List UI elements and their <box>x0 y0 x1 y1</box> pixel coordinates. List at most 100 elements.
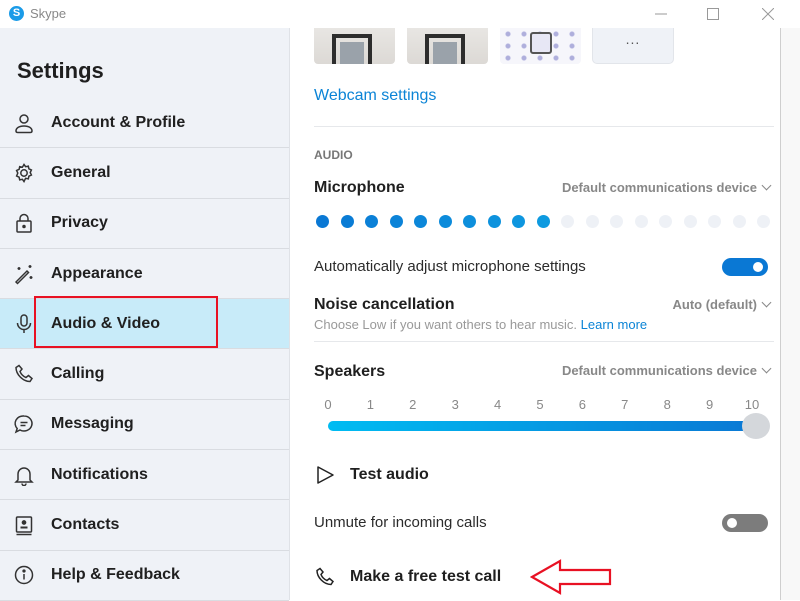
sidebar-item-label: Account & Profile <box>51 113 186 131</box>
close-button[interactable] <box>745 0 791 28</box>
sidebar-item-notifications[interactable]: Notifications <box>0 450 289 501</box>
mic-level-dot-active <box>340 215 354 228</box>
speakers-title: Speakers <box>314 363 386 380</box>
unmute-incoming-label: Unmute for incoming calls <box>314 514 487 531</box>
mic-level-dot <box>610 215 623 228</box>
thumbnail-image <box>530 32 552 54</box>
divider <box>314 341 774 342</box>
volume-tick-labels: 0 1 2 3 4 5 6 7 8 9 10 <box>320 397 760 413</box>
sidebar-item-privacy[interactable]: Privacy <box>0 199 289 249</box>
toggle-knob <box>727 518 737 528</box>
noise-cancellation-title: Noise cancellation <box>314 296 455 313</box>
sidebar-item-contacts[interactable]: Contacts <box>0 500 289 551</box>
volume-tick-label: 4 <box>493 397 502 412</box>
mic-level-dot-active <box>389 215 403 228</box>
sidebar-item-label: Calling <box>51 365 105 383</box>
microphone-level-meter <box>316 215 770 228</box>
mic-level-dot-active <box>316 215 329 228</box>
annotation-arrow-icon <box>530 559 612 595</box>
volume-tick-label: 2 <box>409 397 417 412</box>
speakers-device-dropdown[interactable]: Default communications device <box>561 363 772 378</box>
thumbnail-image-detail <box>340 42 364 64</box>
settings-nav: Account & Profile General Privacy Appear… <box>0 98 289 601</box>
lock-icon <box>13 212 35 234</box>
volume-tick-label: 8 <box>663 397 671 412</box>
mic-level-dot <box>659 215 672 228</box>
more-backgrounds-button[interactable]: ... <box>592 28 674 64</box>
volume-tick-label: 7 <box>621 397 629 412</box>
slider-thumb[interactable] <box>742 413 770 439</box>
sidebar-item-label: Messaging <box>51 415 134 433</box>
sidebar-item-label: Help & Feedback <box>51 566 180 584</box>
sidebar-item-general[interactable]: General <box>0 148 289 199</box>
mic-level-dot <box>634 215 648 228</box>
sidebar-item-label: General <box>51 163 111 181</box>
window-edge-scrollbar[interactable] <box>780 28 800 600</box>
mic-level-dot <box>708 215 721 228</box>
test-audio-button[interactable]: Test audio <box>314 464 429 486</box>
sidebar-item-help-feedback[interactable]: Help & Feedback <box>0 551 289 601</box>
phone-icon <box>316 567 334 586</box>
volume-tick-label: 1 <box>366 397 375 412</box>
speakers-device-value: Default communications device <box>561 363 757 378</box>
webcam-settings-link[interactable]: Webcam settings <box>314 87 436 105</box>
divider <box>314 126 774 127</box>
sidebar-item-audio-video[interactable]: Audio & Video <box>0 296 289 350</box>
test-audio-label: Test audio <box>350 466 429 483</box>
auto-adjust-toggle[interactable] <box>722 258 768 276</box>
toggle-knob <box>753 262 763 272</box>
mic-level-dot <box>585 215 599 228</box>
maximize-button[interactable] <box>690 0 736 28</box>
mic-level-dot <box>757 215 770 228</box>
close-icon <box>762 8 774 20</box>
test-call-label: Make a free test call <box>350 568 502 585</box>
volume-tick-label: 5 <box>536 397 544 412</box>
noise-cancellation-description: Choose Low if you want others to hear mu… <box>314 317 647 332</box>
sidebar-item-appearance[interactable]: Appearance <box>0 249 289 300</box>
sidebar-item-calling[interactable]: Calling <box>0 349 289 400</box>
slider-fill <box>328 421 756 431</box>
mic-level-dot-active <box>487 215 501 228</box>
mic-level-dot-active <box>438 215 452 228</box>
microphone-device-dropdown[interactable]: Default communications device <box>561 180 772 195</box>
test-call-button[interactable]: Make a free test call <box>314 566 501 588</box>
skype-logo-icon: S <box>9 6 24 21</box>
noise-cancellation-value: Auto (default) <box>672 297 757 312</box>
volume-tick-label: 10 <box>744 397 760 412</box>
play-icon <box>317 466 334 484</box>
thumbnail-image-detail <box>433 42 457 64</box>
sidebar-item-messaging[interactable]: Messaging <box>0 400 289 451</box>
minimize-icon <box>655 13 667 15</box>
noise-cancellation-hint: Choose Low if you want others to hear mu… <box>314 317 578 332</box>
app-title: Skype <box>30 6 67 21</box>
minimize-button[interactable] <box>638 0 684 28</box>
microphone-device-value: Default communications device <box>561 180 757 195</box>
phone-icon <box>13 363 35 385</box>
magic-wand-icon <box>13 263 35 285</box>
sidebar-title: Settings <box>17 58 104 83</box>
annotation-highlight-box <box>34 296 218 349</box>
speaker-volume-slider[interactable] <box>328 413 770 439</box>
volume-tick-label: 3 <box>451 397 459 412</box>
background-thumbnail[interactable] <box>407 28 488 64</box>
gear-icon <box>13 162 35 184</box>
mic-level-dot-active <box>463 215 476 228</box>
volume-tick-label: 9 <box>705 397 714 412</box>
unmute-incoming-toggle[interactable] <box>722 514 768 532</box>
sidebar-item-account-profile[interactable]: Account & Profile <box>0 98 289 149</box>
audio-section-label: AUDIO <box>314 148 353 162</box>
person-icon <box>13 112 35 134</box>
background-thumbnail[interactable] <box>314 28 395 64</box>
auto-adjust-label: Automatically adjust microphone settings <box>314 258 586 275</box>
learn-more-link[interactable]: Learn more <box>581 317 647 332</box>
volume-tick-label: 6 <box>578 397 587 412</box>
mic-level-dot-active <box>512 215 525 228</box>
mic-level-dot-active <box>365 215 378 228</box>
bell-icon <box>13 464 35 486</box>
background-thumbnail[interactable] <box>500 28 581 64</box>
chat-bubble-icon <box>13 413 35 435</box>
noise-cancellation-dropdown[interactable]: Auto (default) <box>672 297 772 312</box>
audio-video-settings-panel: ... Webcam settings AUDIO Microphone Def… <box>290 28 780 600</box>
microphone-icon <box>13 313 35 335</box>
mic-level-dot-active <box>414 215 427 228</box>
